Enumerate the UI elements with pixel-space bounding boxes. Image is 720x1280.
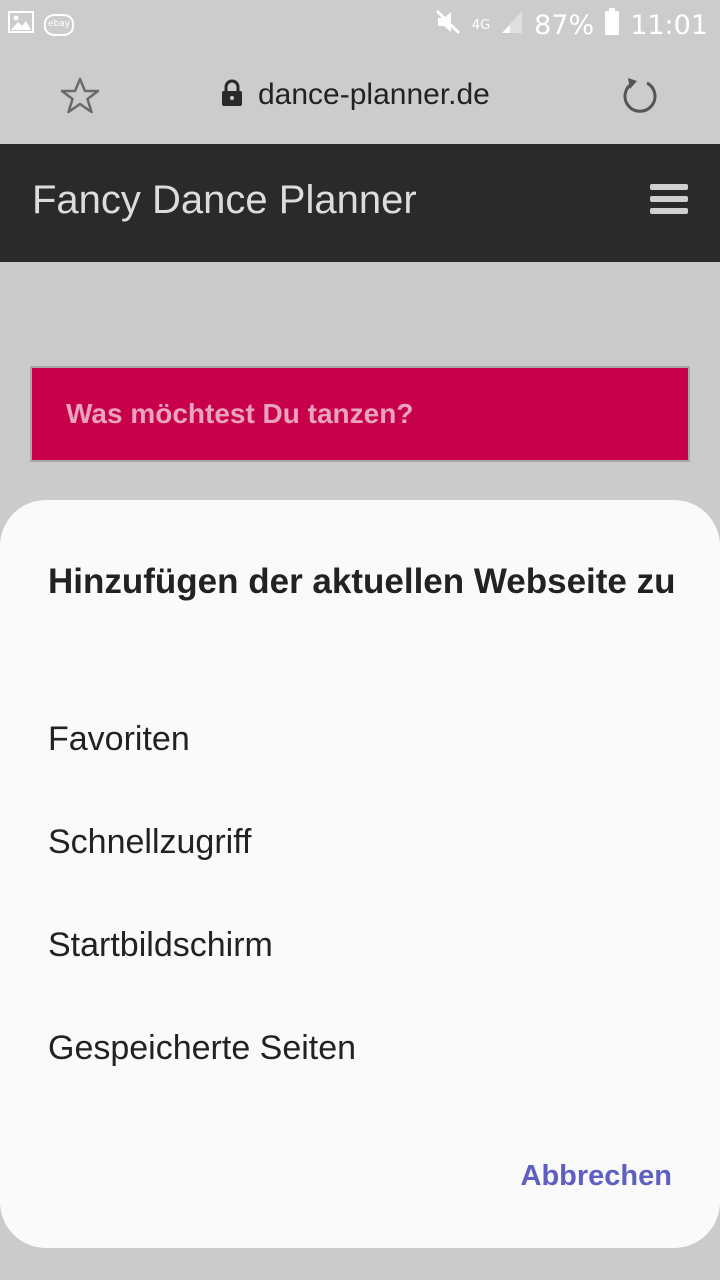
page-backdrop [0,1248,720,1280]
dance-banner-text: Was möchtest Du tanzen? [66,398,414,429]
dance-search-banner[interactable]: Was möchtest Du tanzen? [30,366,690,462]
mute-icon [434,8,462,43]
address-bar[interactable]: dance-planner.de [220,78,490,112]
network-4g-icon: 4G [472,19,490,32]
option-favoriten[interactable]: Favoriten [48,707,668,771]
ebay-icon: ebay [44,13,74,36]
hamburger-icon[interactable] [650,184,688,220]
clock: 11:01 [630,10,708,41]
browser-toolbar: dance-planner.de [0,48,720,144]
reload-icon[interactable] [620,76,660,116]
site-header: Fancy Dance Planner [0,144,720,262]
signal-icon [500,9,524,42]
lock-icon [220,79,244,112]
add-page-dialog: Hinzufügen der aktuellen Webseite zu Fav… [0,500,720,1248]
dialog-title: Hinzufügen der aktuellen Webseite zu [48,562,676,601]
network-label: 4G [471,18,491,33]
option-startbildschirm[interactable]: Startbildschirm [48,913,668,977]
option-schnellzugriff[interactable]: Schnellzugriff [48,810,668,874]
battery-percent: 87% [534,10,595,41]
cancel-button[interactable]: Abbrechen [521,1160,672,1193]
site-title[interactable]: Fancy Dance Planner [32,178,417,223]
star-icon[interactable] [60,76,100,116]
gallery-icon [8,11,34,38]
option-gespeicherte-seiten[interactable]: Gespeicherte Seiten [48,1016,668,1080]
battery-icon [604,8,620,43]
status-bar: ebay 4G 87% 11:01 [0,0,720,48]
url-text: dance-planner.de [258,78,490,111]
